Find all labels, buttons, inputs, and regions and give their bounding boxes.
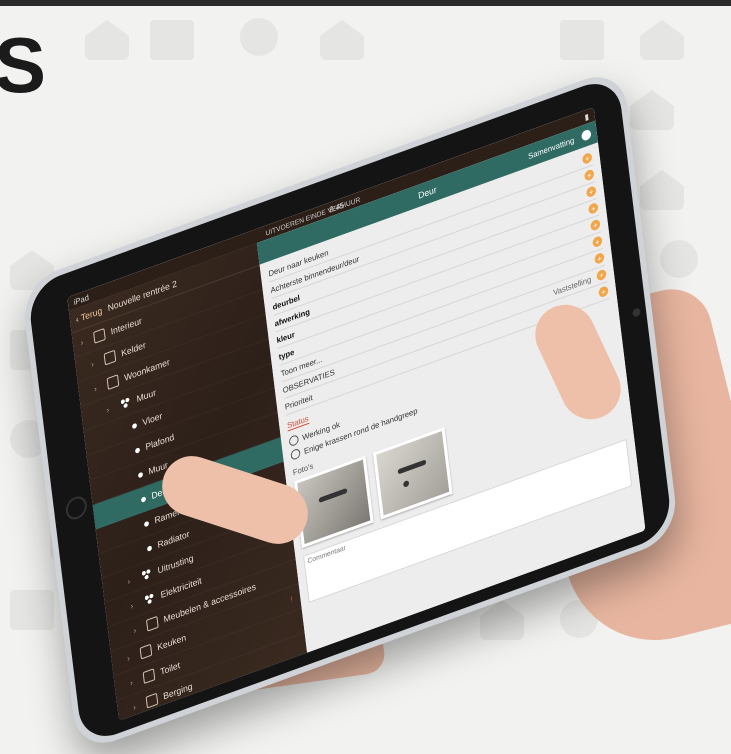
chevron-icon: › — [130, 600, 134, 611]
add-icon[interactable]: + — [596, 268, 607, 282]
chevron-icon: › — [80, 337, 84, 348]
top-rule — [0, 0, 731, 6]
chevron-icon — [122, 453, 130, 456]
detail-title: Deur — [417, 184, 438, 201]
box-icon — [145, 692, 159, 709]
chevron-icon: › — [126, 653, 131, 663]
add-icon[interactable]: + — [592, 235, 603, 249]
box-icon — [139, 643, 153, 660]
chevron-icon: › — [127, 576, 131, 586]
tree-item-label: Radiator — [156, 528, 191, 551]
chevron-icon — [131, 526, 139, 529]
house-icon — [93, 327, 106, 344]
tree-item-label: Keuken — [156, 632, 187, 653]
settings-icon[interactable] — [581, 128, 592, 142]
chevron-icon: › — [133, 625, 137, 635]
tree-item-label: Berging — [162, 681, 194, 702]
add-icon[interactable]: + — [581, 151, 593, 166]
dot-icon — [143, 520, 150, 527]
box-icon — [106, 374, 120, 391]
chevron-icon — [128, 502, 136, 505]
box-icon — [142, 668, 156, 685]
tree-item-label: Toilet — [159, 660, 181, 677]
tree-item-label: Vloer — [141, 410, 163, 428]
tree-item-label: Interieur — [110, 315, 143, 337]
tree-item-label: Plafond — [144, 431, 175, 453]
cluster-icon — [143, 591, 156, 608]
add-icon[interactable]: + — [598, 285, 609, 299]
dot-icon — [140, 495, 147, 503]
cluster-icon — [140, 566, 153, 583]
tablet-screen: iPad 9:45 ▮ ‹ Terug Nouvelle rentrée 2 ›… — [67, 106, 646, 721]
add-icon[interactable]: + — [590, 218, 601, 232]
add-icon[interactable]: + — [594, 251, 605, 265]
add-icon[interactable]: + — [583, 168, 595, 182]
home-button[interactable] — [64, 493, 88, 523]
add-icon[interactable]: + — [585, 185, 597, 199]
tablet-wrapper: iPad 9:45 ▮ ‹ Terug Nouvelle rentrée 2 ›… — [20, 30, 731, 754]
dot-icon — [146, 544, 153, 552]
dot-icon — [137, 471, 144, 478]
dot-icon — [134, 446, 141, 454]
warning-flag: ! — [289, 594, 294, 604]
back-button[interactable]: ‹ Terug — [75, 305, 102, 324]
chevron-icon: › — [93, 383, 98, 394]
tree-item-label: Muur — [136, 387, 157, 405]
chevron-icon: › — [132, 702, 137, 712]
document-title: UITVOEREN EINDE VERHUUR — [265, 196, 361, 238]
tree-item-label: Kelder — [120, 339, 147, 359]
dot-icon — [131, 422, 138, 429]
cluster-icon — [119, 395, 132, 412]
gear-icon — [146, 615, 159, 632]
folder-icon — [103, 349, 117, 366]
camera-icon — [632, 307, 641, 318]
chevron-icon — [119, 428, 127, 431]
door-handle-shape — [318, 487, 348, 504]
chevron-icon — [134, 551, 142, 554]
bullet-icon — [290, 447, 301, 461]
chevron-icon — [125, 477, 133, 480]
add-icon[interactable]: + — [588, 201, 599, 215]
chevron-icon: › — [106, 404, 110, 415]
battery-icon: ▮ — [584, 111, 590, 122]
chevron-icon: › — [129, 677, 134, 688]
keyhole-shape — [402, 479, 410, 488]
chevron-icon: › — [90, 359, 95, 369]
door-handle-shape — [397, 459, 427, 475]
